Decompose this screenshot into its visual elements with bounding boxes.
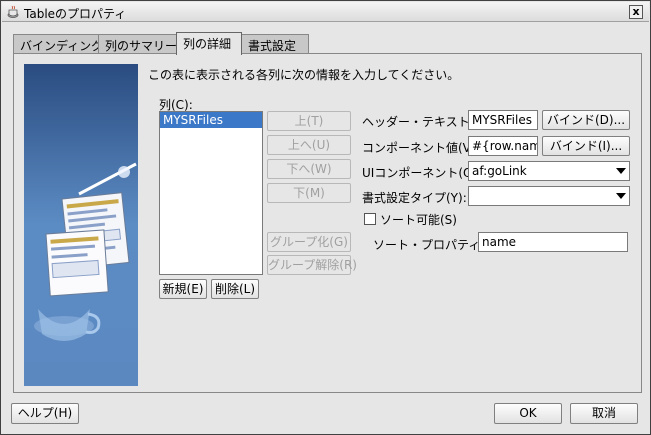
cancel-button[interactable]: 取消 bbox=[570, 403, 638, 424]
format-type-select[interactable] bbox=[468, 186, 630, 206]
close-button[interactable]: x bbox=[629, 5, 643, 19]
instruction-text: この表に表示される各列に次の情報を入力してください。 bbox=[148, 68, 460, 82]
sortable-label: ソート可能(S) bbox=[380, 213, 457, 227]
list-item[interactable]: MYSRFiles bbox=[160, 112, 262, 128]
ui-component-label: UIコンポーネント(O): bbox=[362, 166, 482, 180]
chevron-down-icon bbox=[616, 193, 626, 199]
move-bottom-button[interactable]: 下(M) bbox=[267, 183, 351, 203]
tab-column-summary[interactable]: 列のサマリー bbox=[98, 34, 178, 54]
header-text-bind-button[interactable]: バインド(D)... bbox=[542, 110, 630, 130]
illustration-image bbox=[24, 64, 138, 386]
tab-formatting[interactable]: 書式設定 bbox=[241, 34, 309, 54]
ok-button[interactable]: OK bbox=[494, 403, 562, 424]
new-column-button[interactable]: 新規(E) bbox=[159, 279, 207, 299]
tab-column-details[interactable]: 列の詳細 bbox=[176, 32, 242, 55]
column-list[interactable]: MYSRFiles bbox=[159, 111, 263, 275]
format-type-label: 書式設定タイプ(Y): bbox=[362, 191, 467, 205]
chevron-down-icon bbox=[616, 168, 626, 174]
sortable-checkbox[interactable] bbox=[364, 213, 376, 225]
coffee-cup-icon bbox=[7, 5, 19, 18]
header-text-input[interactable]: MYSRFiles bbox=[468, 110, 538, 130]
component-value-label: コンポーネント値(V): bbox=[362, 141, 480, 155]
move-top-button[interactable]: 上へ(U) bbox=[267, 135, 351, 155]
tab-binding[interactable]: バインディング bbox=[13, 34, 103, 54]
component-value-input[interactable]: #{row.name} bbox=[468, 136, 538, 156]
ungroup-button[interactable]: グループ解除(R) bbox=[267, 255, 357, 275]
sort-property-input[interactable]: name bbox=[478, 232, 628, 252]
ui-component-select[interactable]: af:goLink bbox=[468, 161, 630, 181]
help-button[interactable]: ヘルプ(H) bbox=[11, 403, 79, 424]
column-details-panel: この表に表示される各列に次の情報を入力してください。 列(C): MYSRFil… bbox=[13, 53, 642, 393]
title-bar: Tableのプロパティ x bbox=[2, 2, 649, 22]
ui-component-value: af:goLink bbox=[472, 164, 527, 178]
delete-column-button[interactable]: 削除(L) bbox=[211, 279, 259, 299]
move-down-button[interactable]: 下へ(W) bbox=[267, 159, 351, 179]
component-value-bind-button[interactable]: バインド(I)... bbox=[542, 136, 630, 156]
dialog-window: Tableのプロパティ x バインディング 列のサマリー 列の詳細 書式設定 こ… bbox=[0, 0, 651, 435]
move-up-button[interactable]: 上(T) bbox=[267, 111, 351, 131]
window-title: Tableのプロパティ bbox=[24, 7, 127, 21]
group-button[interactable]: グループ化(G) bbox=[267, 232, 351, 252]
